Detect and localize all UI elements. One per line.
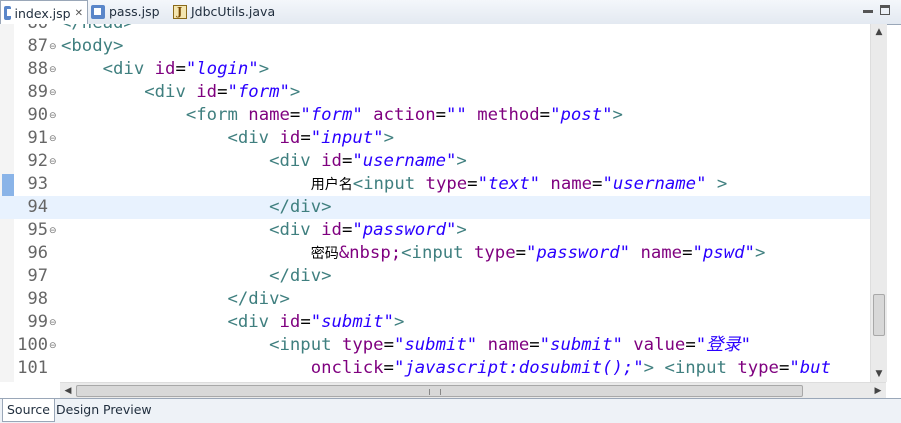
line-number: 92	[27, 151, 48, 171]
fold-icon[interactable]: ⊖	[49, 157, 57, 167]
tab-label: index.jsp	[14, 5, 71, 21]
scroll-grip-icon	[429, 389, 441, 395]
code-text: 用户名<input type="text" name="username" >	[310, 174, 728, 194]
fold-icon[interactable]: ⊖	[49, 111, 57, 121]
scroll-right-icon[interactable]: ▶	[870, 383, 886, 399]
code-text: <div id="submit">	[227, 312, 405, 332]
line-number: 96	[27, 243, 48, 263]
line-number: 89	[27, 82, 48, 102]
code-text: <div id="password">	[269, 220, 467, 240]
line-number: 99	[27, 312, 48, 332]
code-text: <input type="submit" name="submit" value…	[269, 335, 752, 355]
horizontal-scroll-thumb[interactable]	[76, 385, 803, 397]
tab-source[interactable]: Source	[2, 399, 55, 422]
code-line: 93 用户名<input type="text" name="username"…	[0, 173, 870, 196]
scroll-left-icon[interactable]: ◀	[60, 383, 76, 399]
scroll-up-icon[interactable]: ▲	[871, 24, 887, 40]
fold-icon[interactable]: ⊖	[49, 88, 57, 98]
close-icon[interactable]: ✕	[75, 8, 83, 19]
jsp-file-icon	[91, 4, 105, 19]
tab-jdbcutils-java[interactable]: JdbcUtils.java	[170, 0, 280, 23]
code-text: <form name="form" action="" method="post…	[185, 105, 623, 125]
line-number: 87	[27, 36, 48, 56]
line-number: 90	[27, 105, 48, 125]
code-line: 97 </div>	[0, 265, 870, 288]
vertical-scroll-thumb[interactable]	[873, 294, 885, 336]
code-text: </div>	[227, 289, 290, 309]
line-number: 97	[27, 266, 48, 286]
code-line: 99 ⊖ <div id="submit">	[0, 311, 870, 334]
editor-mode-tabs: Source Design Preview	[0, 398, 901, 423]
editor-tab-bar: index.jsp ✕ pass.jsp JdbcUtils.java	[0, 0, 901, 25]
java-file-icon	[173, 4, 187, 19]
code-line-current: 94 </div>	[0, 196, 870, 219]
tab-label: JdbcUtils.java	[191, 4, 276, 19]
fold-icon[interactable]: ⊖	[49, 65, 57, 75]
tab-label: pass.jsp	[109, 4, 160, 19]
vertical-scrollbar[interactable]: ▲ ▼	[870, 24, 887, 382]
tab-preview[interactable]: Preview	[99, 399, 156, 421]
fold-icon[interactable]: ⊖	[49, 42, 57, 52]
line-number: 88	[27, 59, 48, 79]
code-line: 88 ⊖ <div id="login">	[0, 58, 870, 81]
maximize-icon[interactable]	[880, 5, 890, 15]
code-line: 90 ⊖ <form name="form" action="" method=…	[0, 104, 870, 127]
code-text: <div id="input">	[227, 128, 394, 148]
line-number: 95	[27, 220, 48, 240]
code-line: 89 ⊖ <div id="form">	[0, 81, 870, 104]
line-number: 93	[27, 174, 48, 194]
tab-pass-jsp[interactable]: pass.jsp	[88, 0, 168, 23]
horizontal-scrollbar[interactable]: ◀ ▶	[60, 382, 886, 399]
tab-index-jsp[interactable]: index.jsp ✕	[0, 0, 88, 25]
line-number: 94	[27, 197, 48, 217]
code-text: </div>	[269, 197, 332, 217]
fold-icon[interactable]: ⊖	[49, 134, 57, 144]
code-text: </div>	[269, 266, 332, 286]
code-line: 95 ⊖ <div id="password">	[0, 219, 870, 242]
code-line: 100 ⊖ <input type="submit" name="submit"…	[0, 334, 870, 357]
scroll-down-icon[interactable]: ▼	[871, 366, 887, 382]
line-number: 100	[17, 335, 48, 355]
code-line: 101 onclick="javascript:dosubmit();"> <i…	[0, 357, 870, 380]
fold-icon[interactable]: ⊖	[49, 341, 57, 351]
line-number: 98	[27, 289, 48, 309]
code-text: <div id="form">	[144, 82, 301, 102]
line-number: 101	[17, 358, 48, 378]
code-text: </head>	[61, 24, 134, 35]
code-line: 91 ⊖ <div id="input">	[0, 127, 870, 150]
code-line: 86 </head>	[0, 24, 870, 35]
code-line: 96 密码&nbsp;<input type="password" name="…	[0, 242, 870, 265]
tab-design[interactable]: Design	[52, 399, 103, 421]
code-line: 87 ⊖ <body>	[0, 35, 870, 58]
jsp-file-icon	[4, 6, 14, 20]
fold-icon[interactable]: ⊖	[49, 226, 57, 236]
code-text: 密码&nbsp;<input type="password" name="psw…	[310, 243, 766, 263]
code-text: <body>	[61, 36, 124, 56]
code-line: 98 </div>	[0, 288, 870, 311]
code-text: <div id="username">	[269, 151, 467, 171]
fold-icon[interactable]: ⊖	[49, 318, 57, 328]
code-editor[interactable]: 86 </head> 87 ⊖ <body> 88 ⊖ <div id="log…	[0, 24, 870, 382]
line-number: 91	[27, 128, 48, 148]
code-text: <div id="login">	[102, 59, 270, 79]
line-number: 86	[14, 24, 48, 33]
minimize-icon[interactable]	[861, 4, 875, 18]
code-line: 92 ⊖ <div id="username">	[0, 150, 870, 173]
code-text: onclick="javascript:dosubmit();"> <input…	[310, 358, 831, 378]
